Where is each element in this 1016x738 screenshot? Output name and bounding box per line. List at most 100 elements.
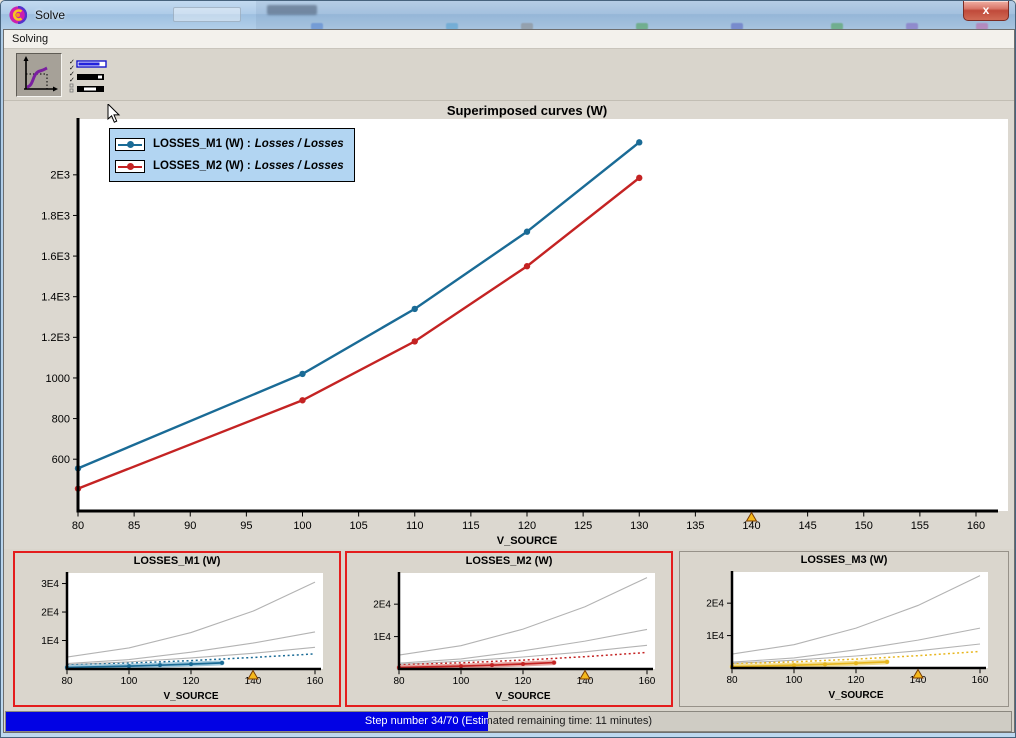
- x-tick-label: 80: [726, 675, 738, 686]
- x-tick-label: 100: [786, 675, 803, 686]
- chart-legend[interactable]: LOSSES_M1 (W) : Losses / Losses LOSSES_M…: [109, 128, 355, 182]
- background-window-artifact: [267, 5, 317, 15]
- data-point-marker: [636, 139, 642, 145]
- data-point-marker: [412, 306, 418, 312]
- y-tick-label: 1.8E3: [41, 210, 70, 222]
- x-tick-label: 80: [72, 520, 84, 532]
- small-chart-canvas-m3: 801001201401601E42E4V_SOURCE: [680, 568, 1004, 704]
- current-step-marker: [580, 671, 590, 680]
- x-tick-label: 140: [742, 520, 760, 532]
- x-tick-label: 85: [128, 520, 140, 532]
- x-tick-label: 100: [453, 676, 470, 687]
- progress-text: Step number 34/70 (Estimated remaining t…: [6, 712, 488, 731]
- data-point-marker: [299, 397, 305, 403]
- x-tick-label: 155: [911, 520, 929, 532]
- data-point-marker: [823, 662, 827, 666]
- x-tick-label: 120: [518, 520, 536, 532]
- x-tick-label: 130: [630, 520, 648, 532]
- background-window-artifact: [173, 7, 241, 22]
- progress-bar: Step number 34/70 (Estimated remaining t…: [5, 711, 1012, 732]
- x-tick-label: 120: [515, 676, 532, 687]
- x-tick-label: 120: [183, 676, 200, 687]
- y-tick-label: 1.4E3: [41, 292, 70, 304]
- data-point-marker: [552, 661, 556, 665]
- legend-sublabel: Losses / Losses: [255, 138, 344, 150]
- small-chart-canvas-m2: 801001201401601E42E4V_SOURCE: [347, 569, 671, 705]
- computation-list-icon: ✓ ✓ ✓ ✓: [68, 57, 108, 95]
- y-tick-label: 1E4: [706, 631, 724, 642]
- small-chart-panel-losses-m3[interactable]: LOSSES_M3 (W) 801001201401601E42E4V_SOUR…: [679, 551, 1009, 707]
- small-chart-title: LOSSES_M1 (W): [15, 553, 339, 569]
- data-point-marker: [220, 661, 224, 665]
- x-tick-label: 125: [574, 520, 592, 532]
- x-tick-label: 120: [848, 675, 865, 686]
- small-chart-canvas-m1: 801001201401601E42E43E4V_SOURCE: [15, 569, 339, 705]
- y-tick-label: 2E4: [373, 600, 391, 611]
- data-point-marker: [158, 663, 162, 667]
- data-point-marker: [792, 663, 796, 667]
- data-point-marker: [189, 662, 193, 666]
- solve-window: Solve x Solving ✓ ✓ ✓ ✓: [0, 0, 1016, 738]
- y-tick-label: 1E4: [373, 632, 391, 643]
- x-tick-label: 135: [686, 520, 704, 532]
- legend-entry: LOSSES_M1 (W) : Losses / Losses: [115, 133, 344, 155]
- menu-item-solving[interactable]: Solving: [4, 30, 56, 45]
- titlebar[interactable]: Solve x: [1, 1, 1016, 30]
- legend-label: LOSSES_M1 (W) :: [153, 138, 251, 150]
- current-step-marker: [747, 513, 757, 522]
- y-tick-label: 1.2E3: [41, 332, 70, 344]
- current-step-marker: [248, 671, 258, 680]
- y-tick-label: 2E4: [706, 599, 724, 610]
- progress-fill: Step number 34/70 (Estimated remaining t…: [6, 712, 488, 731]
- small-chart-panel-losses-m2[interactable]: LOSSES_M2 (W) 801001201401601E42E4V_SOUR…: [345, 551, 673, 707]
- small-chart-panel-losses-m1[interactable]: LOSSES_M1 (W) 801001201401601E42E43E4V_S…: [13, 551, 341, 707]
- data-point-marker: [524, 263, 530, 269]
- main-chart-title: Superimposed curves (W): [78, 103, 976, 118]
- legend-swatch-blue: [115, 138, 145, 151]
- x-tick-label: 160: [972, 675, 989, 686]
- x-tick-label: 90: [184, 520, 196, 532]
- data-point-marker: [521, 662, 525, 666]
- small-chart-title: LOSSES_M3 (W): [680, 552, 1008, 568]
- x-axis-label: V_SOURCE: [828, 690, 883, 701]
- computation-list-button[interactable]: ✓ ✓ ✓ ✓: [68, 57, 108, 95]
- y-tick-label: 1.6E3: [41, 251, 70, 263]
- y-tick-label: 800: [52, 413, 70, 425]
- curve-chart-icon: [17, 54, 61, 96]
- x-tick-label: 115: [462, 520, 480, 532]
- legend-sublabel: Losses / Losses: [255, 160, 344, 172]
- main-chart-panel: Superimposed curves (W) 80 85 90 95 100 105 11…: [4, 101, 1014, 549]
- x-axis-label: V_SOURCE: [163, 691, 218, 702]
- data-point-marker: [524, 229, 530, 235]
- x-tick-label: 100: [121, 676, 138, 687]
- y-tick-label: 3E4: [41, 579, 59, 590]
- x-tick-label: 80: [393, 676, 405, 687]
- y-tick-label: 1E4: [41, 636, 59, 647]
- curves-view-button[interactable]: [16, 53, 62, 97]
- window-title: Solve: [35, 8, 65, 22]
- y-tick-label: 2E3: [50, 170, 70, 182]
- legend-swatch-red: [115, 160, 145, 173]
- x-tick-label: 110: [406, 520, 424, 532]
- legend-label: LOSSES_M2 (W) :: [153, 160, 251, 172]
- x-tick-label: 160: [967, 520, 985, 532]
- data-point-marker: [299, 371, 305, 377]
- data-point-marker: [636, 175, 642, 181]
- y-tick-label: 600: [52, 454, 70, 466]
- small-charts-row: LOSSES_M1 (W) 801001201401601E42E43E4V_S…: [4, 549, 1014, 709]
- svg-text:✓: ✓: [69, 77, 75, 84]
- x-tick-label: 100: [293, 520, 311, 532]
- data-point-marker: [127, 664, 131, 668]
- x-tick-label: 160: [639, 676, 656, 687]
- x-tick-label: 150: [855, 520, 873, 532]
- x-axis-label: V_SOURCE: [497, 535, 558, 547]
- toolbar: ✓ ✓ ✓ ✓ STOP: [4, 49, 1014, 101]
- x-tick-label: 145: [798, 520, 816, 532]
- data-point-marker: [854, 661, 858, 665]
- x-tick-label: 95: [240, 520, 252, 532]
- x-tick-label: 160: [307, 676, 324, 687]
- legend-entry: LOSSES_M2 (W) : Losses / Losses: [115, 155, 344, 177]
- data-point-marker: [885, 660, 889, 664]
- x-tick-label: 105: [349, 520, 367, 532]
- close-button[interactable]: x: [963, 1, 1009, 21]
